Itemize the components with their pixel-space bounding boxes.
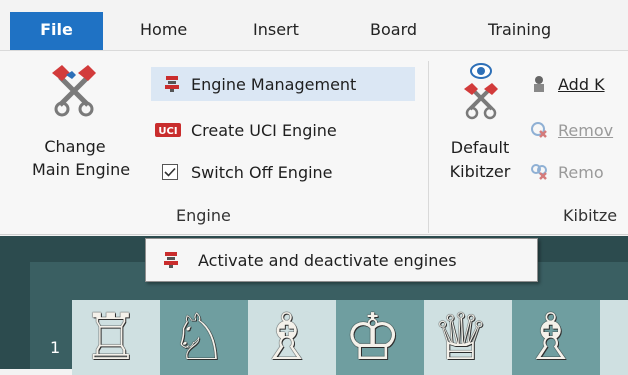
- white-rook-piece[interactable]: ♖: [82, 306, 139, 370]
- white-bishop-piece[interactable]: ♗: [522, 306, 579, 370]
- change-main-engine-label-1[interactable]: Change: [18, 136, 132, 158]
- tooltip-text: Activate and deactivate engines: [198, 250, 457, 270]
- rank-label: 1: [50, 338, 61, 357]
- tab-insert[interactable]: Insert: [253, 20, 299, 39]
- tooltip: Activate and deactivate engines: [145, 238, 538, 282]
- remove-kibitzer-icon: [530, 121, 548, 139]
- menu-bar: File Home Insert Board Training: [0, 0, 628, 50]
- change-main-engine-icon[interactable]: [40, 61, 110, 123]
- engine-group-label: Engine: [176, 206, 231, 225]
- change-main-engine-label-2[interactable]: Main Engine: [16, 159, 146, 181]
- engine-management-label: Engine Management: [191, 74, 357, 94]
- kibitzer-group-label: Kibitze: [563, 206, 618, 225]
- engine-management-icon: [162, 251, 180, 269]
- ribbon: Change Main Engine Engine Management UCI…: [0, 50, 628, 235]
- add-kibitzer-button[interactable]: Add K: [530, 67, 628, 101]
- svg-text:UCI: UCI: [158, 126, 177, 137]
- remove-all-kibitzers-icon: [530, 163, 548, 181]
- switch-off-engine-checkbox[interactable]: Switch Off Engine: [151, 155, 411, 189]
- create-uci-engine-button[interactable]: UCI Create UCI Engine: [151, 113, 411, 147]
- switch-off-engine-label: Switch Off Engine: [191, 162, 333, 182]
- checkbox-icon[interactable]: [161, 163, 179, 181]
- remove-kibitzer-button[interactable]: Remov: [530, 113, 628, 147]
- tab-home[interactable]: Home: [140, 20, 187, 39]
- engine-management-button[interactable]: Engine Management: [151, 67, 415, 101]
- white-queen-piece[interactable]: ♕: [432, 306, 489, 370]
- add-kibitzer-icon: [530, 75, 548, 93]
- white-king-piece[interactable]: ♔: [344, 306, 401, 370]
- default-kibitzer-icon[interactable]: [456, 59, 506, 123]
- tab-board[interactable]: Board: [370, 20, 417, 39]
- engine-management-icon: [163, 75, 181, 93]
- group-separator: [428, 61, 429, 233]
- uci-icon: UCI: [155, 121, 181, 139]
- board-square[interactable]: [600, 300, 628, 375]
- remove-kibitzer-label: Remov: [558, 120, 614, 140]
- remove-all-kibitzers-button[interactable]: Remo: [530, 155, 628, 189]
- default-kibitzer-label-1[interactable]: Default: [440, 137, 520, 159]
- white-knight-piece[interactable]: ♘: [170, 306, 227, 370]
- default-kibitzer-label-2[interactable]: Kibitzer: [440, 161, 520, 183]
- tab-training[interactable]: Training: [488, 20, 551, 39]
- add-kibitzer-label: Add K: [558, 74, 605, 94]
- file-tab[interactable]: File: [10, 12, 103, 50]
- create-uci-engine-label: Create UCI Engine: [191, 120, 337, 140]
- remove-all-kibitzers-label: Remo: [558, 162, 604, 182]
- white-bishop-piece[interactable]: ♗: [258, 306, 315, 370]
